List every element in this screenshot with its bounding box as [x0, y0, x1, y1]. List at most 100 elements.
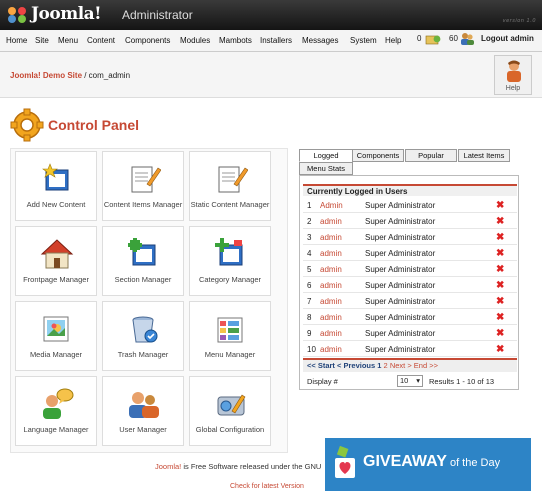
pager-previous[interactable]: < Previous: [337, 361, 375, 370]
table-row: 8 admin Super Administrator ✖: [303, 310, 517, 325]
tile-label: Frontpage Manager: [23, 275, 89, 284]
category-manager-button[interactable]: Category Manager: [189, 226, 271, 296]
logged-users-heading: Currently Logged in Users: [303, 184, 517, 196]
logout-user-icon[interactable]: ✖: [496, 216, 504, 227]
page-title: Control Panel: [48, 117, 140, 133]
logout-user-icon[interactable]: ✖: [496, 248, 504, 259]
version-label: version 1.0: [502, 18, 536, 24]
user-link[interactable]: admin: [320, 313, 342, 322]
logout-user-icon[interactable]: ✖: [496, 200, 504, 211]
joomla-link[interactable]: Joomla!: [155, 462, 181, 471]
global-configuration-button[interactable]: Global Configuration: [189, 376, 271, 446]
tile-label: Language Manager: [23, 425, 89, 434]
menu-help[interactable]: Help: [385, 36, 401, 45]
users-icon: [129, 392, 159, 418]
help-button[interactable]: Help: [494, 55, 532, 95]
logout-user-icon[interactable]: ✖: [496, 344, 504, 355]
logout-user-icon[interactable]: ✖: [496, 232, 504, 243]
section-manager-button[interactable]: Section Manager: [102, 226, 184, 296]
check-version-link[interactable]: Check for latest Version: [230, 483, 304, 490]
add-new-content-button[interactable]: Add New Content: [15, 151, 97, 221]
tile-label: User Manager: [119, 425, 167, 434]
tab-components[interactable]: Components: [352, 149, 404, 162]
menu-modules[interactable]: Modules: [180, 36, 210, 45]
chevron-down-icon: ▾: [416, 376, 420, 385]
user-role: Super Administrator: [365, 217, 436, 226]
inbox-icon[interactable]: [425, 33, 441, 45]
pager-end[interactable]: End >>: [414, 361, 438, 370]
language-manager-button[interactable]: Language Manager: [15, 376, 97, 446]
static-content-icon: [218, 166, 248, 193]
user-link[interactable]: admin: [320, 329, 342, 338]
user-role: Super Administrator: [365, 201, 436, 210]
logout-user-icon[interactable]: ✖: [496, 264, 504, 275]
tile-label: Static Content Manager: [190, 200, 270, 209]
users-online-icon[interactable]: [459, 32, 475, 46]
table-row: 9 admin Super Administrator ✖: [303, 326, 517, 341]
menu-mambots[interactable]: Mambots: [219, 36, 252, 45]
menu-system[interactable]: System: [350, 36, 377, 45]
row-number: 10: [307, 345, 316, 354]
configuration-icon: [217, 394, 246, 416]
logout-user-icon[interactable]: ✖: [496, 312, 504, 323]
breadcrumb-site-link[interactable]: Joomla! Demo Site: [10, 71, 82, 80]
breadcrumb: Joomla! Demo Site / com_admin: [10, 71, 130, 80]
messages-count[interactable]: 0: [417, 34, 421, 43]
user-role: Super Administrator: [365, 329, 436, 338]
menu-content[interactable]: Content: [87, 36, 115, 45]
row-number: 5: [307, 265, 312, 274]
menu-manager-icon: [217, 317, 243, 343]
giveaway-banner[interactable]: GIVEAWAY of the Day: [325, 438, 531, 491]
media-icon: [43, 316, 69, 342]
media-manager-button[interactable]: Media Manager: [15, 301, 97, 371]
table-row: 7 admin Super Administrator ✖: [303, 294, 517, 309]
results-count: Results 1 - 10 of 13: [429, 377, 495, 386]
menu-components[interactable]: Components: [125, 36, 170, 45]
user-link[interactable]: admin: [320, 297, 342, 306]
user-link[interactable]: admin: [320, 345, 342, 354]
tab-latest-items[interactable]: Latest Items: [458, 149, 510, 162]
content-items-manager-button[interactable]: Content Items Manager: [102, 151, 184, 221]
menu-home[interactable]: Home: [6, 36, 27, 45]
display-count-select[interactable]: 10 ▾: [397, 375, 423, 387]
user-link[interactable]: admin: [320, 281, 342, 290]
row-number: 2: [307, 217, 312, 226]
user-link[interactable]: admin: [320, 233, 342, 242]
add-content-icon: [42, 163, 69, 191]
pager-page-2[interactable]: 2: [384, 361, 388, 370]
table-row: 1 Admin Super Administrator ✖: [303, 198, 517, 213]
user-role: Super Administrator: [365, 249, 436, 258]
table-row: 10 admin Super Administrator ✖: [303, 342, 517, 357]
pager-next[interactable]: Next >: [390, 361, 412, 370]
display-label: Display #: [307, 377, 338, 386]
trash-manager-button[interactable]: Trash Manager: [102, 301, 184, 371]
tab-popular[interactable]: Popular: [405, 149, 457, 162]
help-label: Help: [505, 85, 521, 92]
menu-menu[interactable]: Menu: [58, 36, 78, 45]
user-link[interactable]: Admin: [320, 201, 343, 210]
logout-link[interactable]: Logout admin: [481, 34, 534, 43]
tab-menu-stats[interactable]: Menu Stats: [299, 162, 353, 175]
menu-site[interactable]: Site: [35, 36, 49, 45]
logout-user-icon[interactable]: ✖: [496, 296, 504, 307]
user-link[interactable]: admin: [320, 265, 342, 274]
users-online-count[interactable]: 60: [449, 34, 458, 43]
breadcrumb-path: / com_admin: [82, 71, 131, 80]
menu-messages[interactable]: Messages: [302, 36, 338, 45]
user-link[interactable]: admin: [320, 217, 342, 226]
menu-manager-button[interactable]: Menu Manager: [189, 301, 271, 371]
app-header: Joomla! Administrator version 1.0: [0, 0, 542, 30]
logout-user-icon[interactable]: ✖: [496, 328, 504, 339]
row-number: 1: [307, 201, 312, 210]
user-link[interactable]: admin: [320, 249, 342, 258]
tab-logged[interactable]: Logged: [299, 149, 353, 162]
menu-installers[interactable]: Installers: [260, 36, 292, 45]
frontpage-manager-button[interactable]: Frontpage Manager: [15, 226, 97, 296]
table-row: 6 admin Super Administrator ✖: [303, 278, 517, 293]
logout-user-icon[interactable]: ✖: [496, 280, 504, 291]
user-manager-button[interactable]: User Manager: [102, 376, 184, 446]
giveaway-text: GIVEAWAY of the Day: [363, 453, 500, 471]
brand-subtitle: Administrator: [122, 8, 193, 22]
static-content-manager-button[interactable]: Static Content Manager: [189, 151, 271, 221]
pager-start[interactable]: << Start: [307, 361, 335, 370]
